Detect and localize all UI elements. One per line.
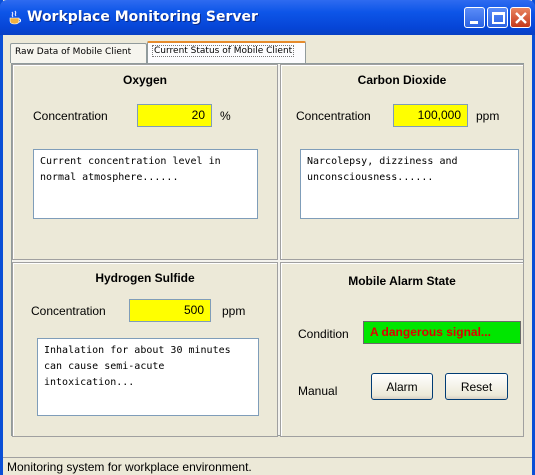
tab-raw-data-label: Raw Data of Mobile Client bbox=[15, 47, 132, 57]
maximize-icon bbox=[492, 12, 505, 24]
java-cup-icon bbox=[9, 10, 21, 25]
carbon-dioxide-title: Carbon Dioxide bbox=[357, 73, 447, 87]
oxygen-panel: Oxygen Concentration 20 % Current concen… bbox=[12, 64, 278, 260]
condition-label: Condition bbox=[298, 327, 349, 341]
window-title: Workplace Monitoring Server bbox=[27, 9, 258, 25]
close-button[interactable] bbox=[510, 7, 531, 28]
current-status-panel: Oxygen Concentration 20 % Current concen… bbox=[11, 63, 524, 437]
close-icon bbox=[515, 12, 527, 24]
carbon-dioxide-concentration-label: Concentration bbox=[296, 109, 371, 123]
carbon-dioxide-description[interactable]: Narcolepsy, dizziness and unconsciousnes… bbox=[300, 149, 519, 219]
carbon-dioxide-value-field[interactable]: 100,000 bbox=[393, 104, 468, 127]
tab-current-status-label: Current Status of Mobile Client bbox=[152, 45, 295, 57]
carbon-dioxide-unit: ppm bbox=[476, 109, 500, 123]
hydrogen-sulfide-title: Hydrogen Sulfide bbox=[95, 271, 195, 285]
minimize-icon bbox=[470, 21, 478, 24]
alarm-button[interactable]: Alarm bbox=[371, 373, 433, 400]
hydrogen-sulfide-value-field[interactable]: 500 bbox=[129, 299, 211, 322]
hydrogen-sulfide-concentration-label: Concentration bbox=[31, 304, 106, 318]
minimize-button[interactable] bbox=[464, 7, 485, 28]
alarm-state-panel: Mobile Alarm State Condition A dangerous… bbox=[280, 262, 524, 437]
tab-current-status[interactable]: Current Status of Mobile Client bbox=[147, 41, 306, 63]
status-bar-text: Monitoring system for workplace environm… bbox=[7, 460, 252, 474]
oxygen-value-field[interactable]: 20 bbox=[137, 104, 212, 127]
hydrogen-sulfide-description[interactable]: Inhalation for about 30 minutes can caus… bbox=[37, 338, 259, 416]
oxygen-description[interactable]: Current concentration level in normal at… bbox=[33, 149, 258, 219]
maximize-button[interactable] bbox=[487, 7, 508, 28]
app-window: Workplace Monitoring Server Raw Data of … bbox=[0, 0, 535, 475]
reset-button[interactable]: Reset bbox=[445, 373, 508, 400]
status-bar: Monitoring system for workplace environm… bbox=[3, 457, 532, 475]
manual-label: Manual bbox=[298, 384, 338, 398]
hydrogen-sulfide-unit: ppm bbox=[222, 304, 246, 318]
title-bar[interactable]: Workplace Monitoring Server bbox=[0, 0, 535, 35]
tab-raw-data[interactable]: Raw Data of Mobile Client bbox=[10, 43, 147, 63]
alarm-state-title: Mobile Alarm State bbox=[348, 274, 456, 288]
condition-status-field: A dangerous signal... bbox=[363, 321, 521, 344]
carbon-dioxide-panel: Carbon Dioxide Concentration 100,000 ppm… bbox=[280, 64, 524, 260]
hydrogen-sulfide-panel: Hydrogen Sulfide Concentration 500 ppm I… bbox=[12, 262, 278, 437]
oxygen-unit: % bbox=[220, 109, 231, 123]
oxygen-concentration-label: Concentration bbox=[33, 109, 108, 123]
oxygen-title: Oxygen bbox=[122, 73, 167, 87]
